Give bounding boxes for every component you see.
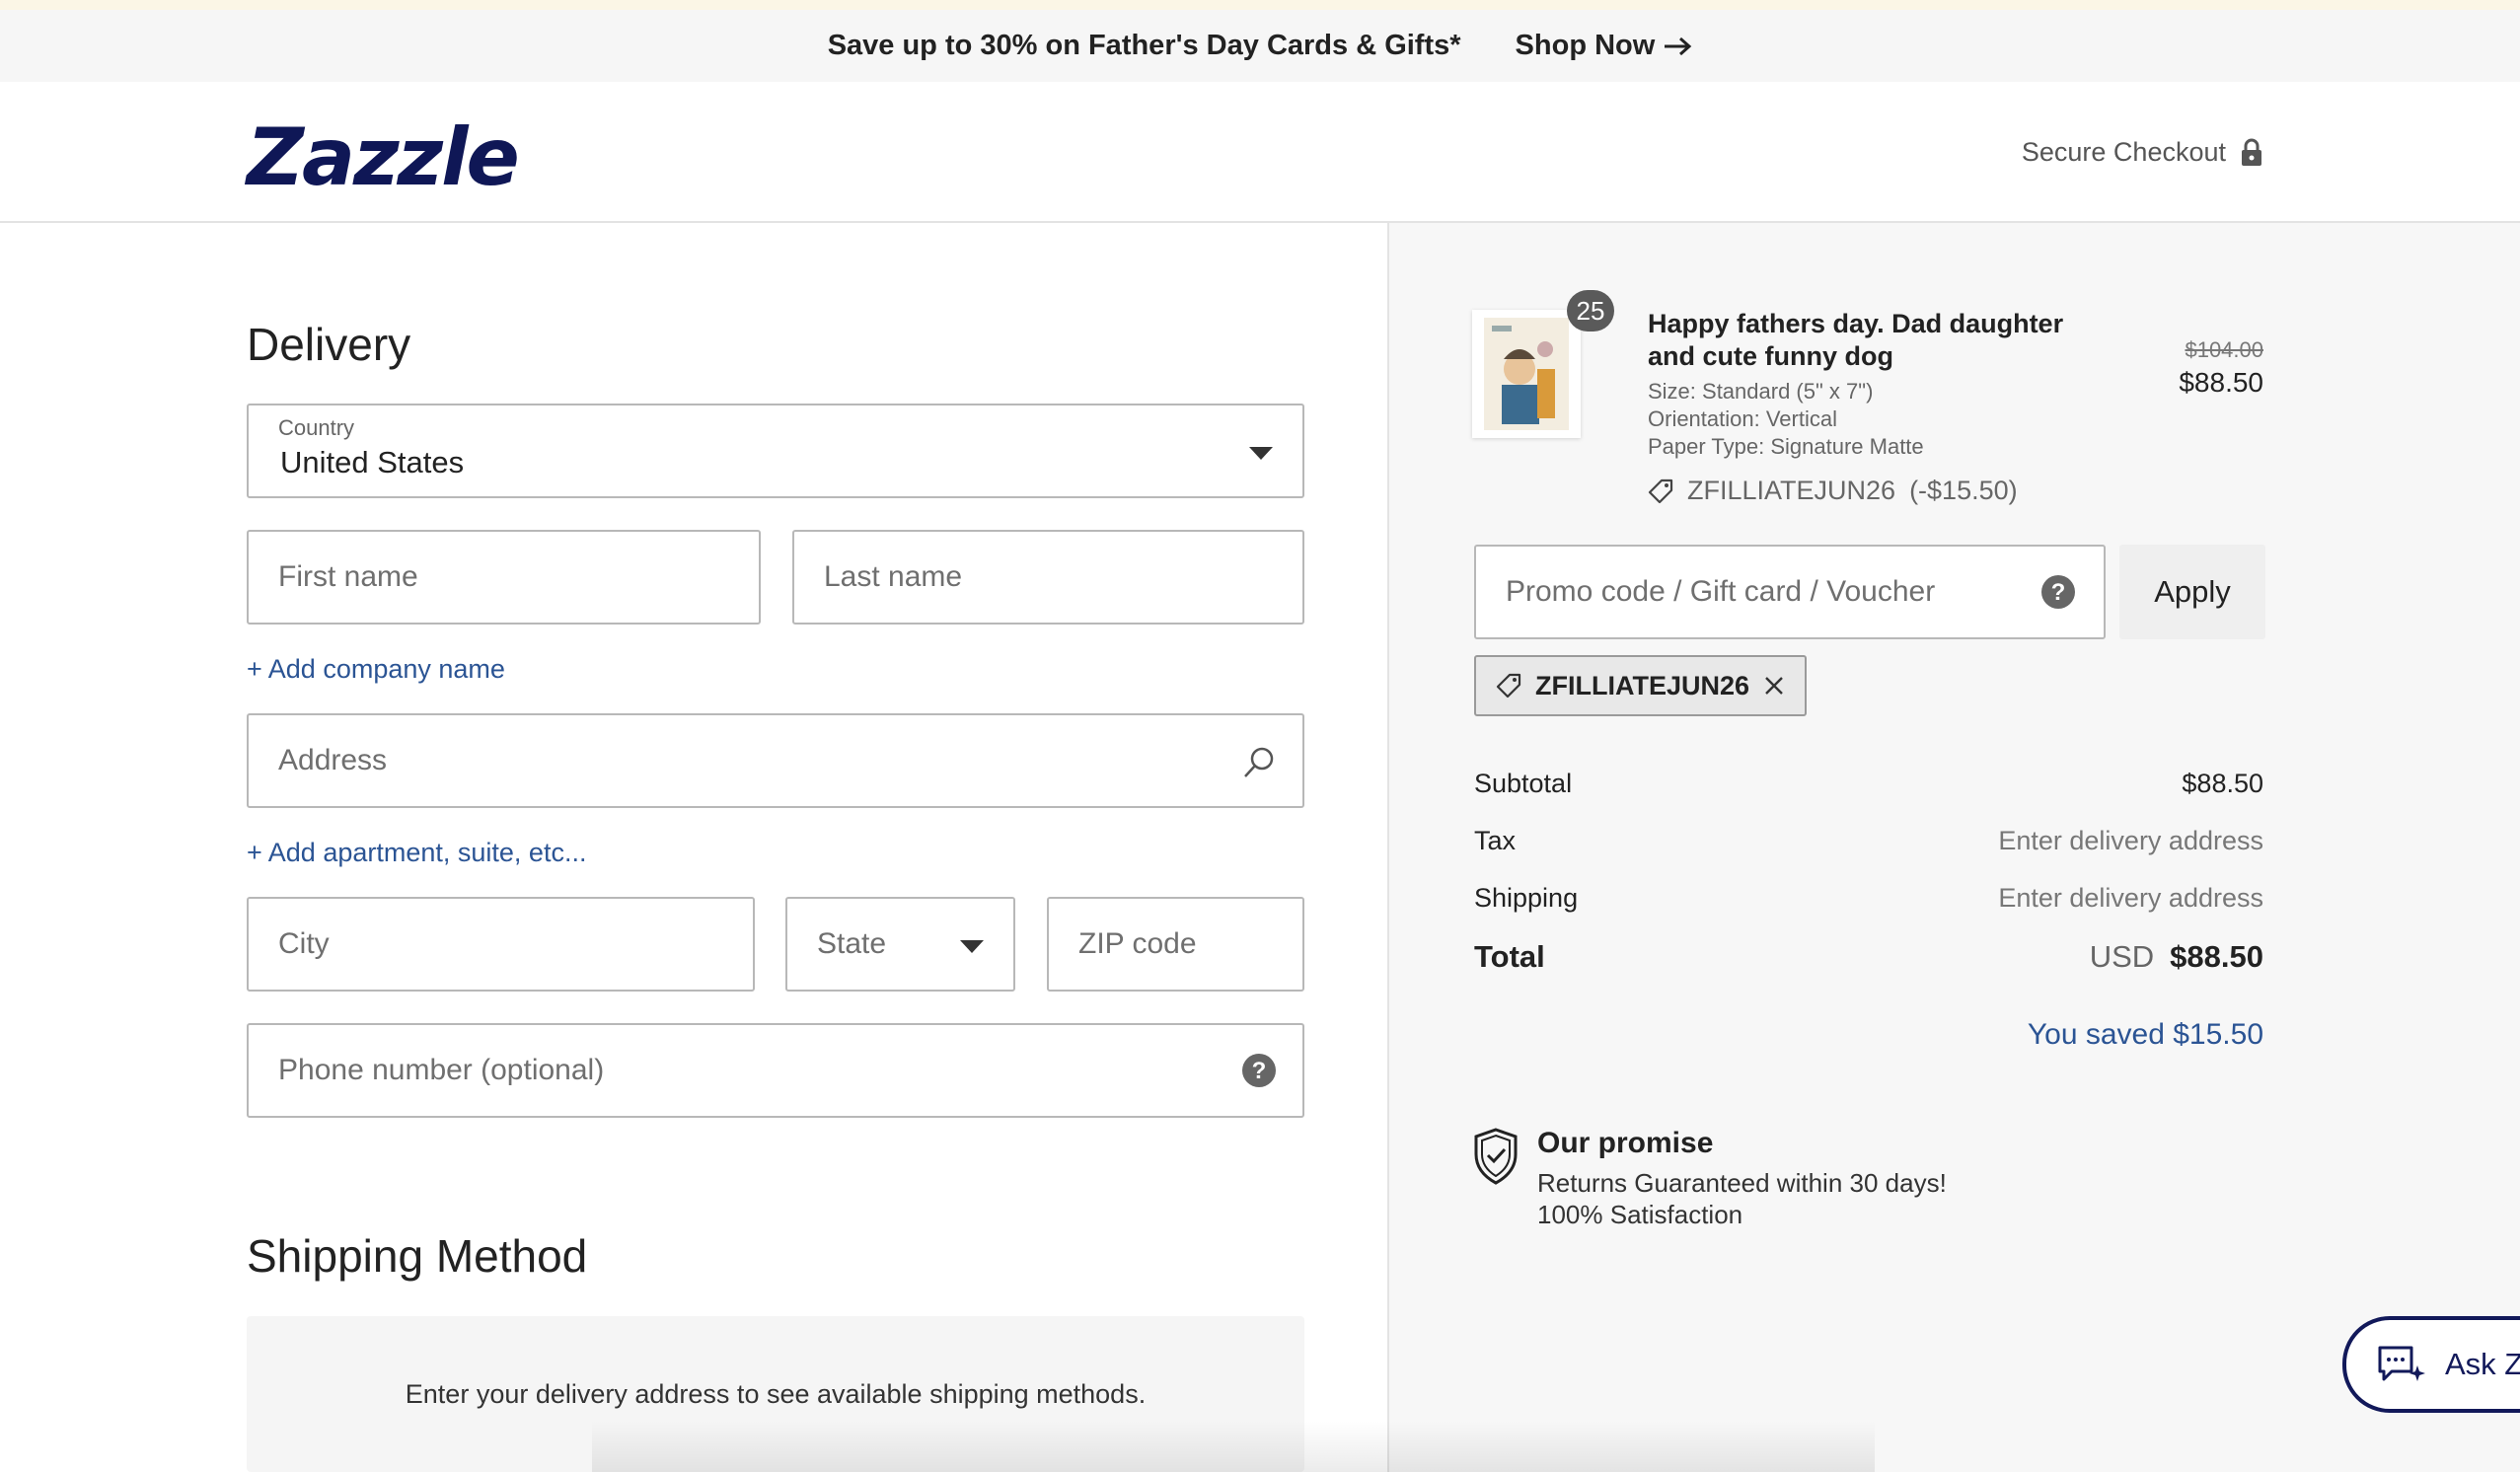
tax-label: Tax — [1474, 825, 1517, 855]
product-size: Size: Standard (5" x 7") — [1648, 379, 1874, 404]
item-coupon: ZFILLIATEJUN26 (-$15.50) — [1648, 476, 2018, 506]
product-title[interactable]: Happy fathers day. Dad daughter and cute… — [1648, 308, 2102, 373]
promo-text: Save up to 30% on Father's Day Cards & G… — [827, 30, 1461, 61]
promo-code-input[interactable]: Promo code / Gift card / Voucher ? — [1474, 545, 2106, 639]
address-placeholder: Address — [278, 744, 388, 776]
tax-row: Tax Enter delivery address — [1474, 821, 2263, 860]
apply-button[interactable]: Apply — [2119, 545, 2265, 639]
promo-code-placeholder: Promo code / Gift card / Voucher — [1506, 575, 1936, 608]
delivery-heading: Delivery — [247, 319, 411, 370]
tag-icon — [1496, 673, 1521, 699]
chevron-down-icon — [1249, 447, 1273, 460]
shipping-method-heading: Shipping Method — [247, 1230, 588, 1282]
product-orientation: Orientation: Vertical — [1648, 406, 1837, 431]
help-icon[interactable]: ? — [2040, 574, 2076, 610]
shipping-value: Enter delivery address — [1998, 882, 2263, 913]
item-coupon-discount: (-$15.50) — [1909, 476, 2018, 505]
zazzle-logo[interactable]: Zazzle — [247, 111, 520, 203]
phone-input[interactable]: Phone number (optional) ? — [247, 1023, 1304, 1118]
country-select[interactable]: Country United States — [247, 404, 1304, 498]
shop-now-link[interactable]: Shop Now — [1516, 30, 1693, 62]
shipping-label: Shipping — [1474, 882, 1579, 913]
subtotal-row: Subtotal $88.50 — [1474, 764, 2263, 803]
subtotal-label: Subtotal — [1474, 768, 1573, 798]
add-apartment-link[interactable]: + Add apartment, suite, etc... — [247, 838, 586, 868]
city-placeholder: City — [278, 927, 330, 960]
svg-text:?: ? — [2051, 579, 2066, 606]
ask-assistant-button[interactable]: Ask Z — [2342, 1316, 2520, 1413]
secure-checkout: Secure Checkout — [2022, 137, 2263, 168]
shipping-message: Enter your delivery address to see avail… — [405, 1378, 1147, 1409]
zip-placeholder: ZIP code — [1078, 927, 1197, 960]
chevron-down-icon — [960, 940, 984, 953]
state-placeholder: State — [817, 927, 887, 960]
total-row: Total USD $88.50 — [1474, 937, 2263, 977]
total-value: USD $88.50 — [2090, 939, 2263, 975]
close-icon[interactable] — [1763, 675, 1785, 697]
applied-code-text: ZFILLIATEJUN26 — [1535, 670, 1750, 700]
bottom-shadow — [592, 1421, 1875, 1472]
search-icon — [1244, 747, 1274, 777]
total-currency: USD — [2089, 939, 2155, 974]
tax-value: Enter delivery address — [1998, 825, 2263, 855]
add-company-link[interactable]: + Add company name — [247, 654, 505, 685]
help-icon[interactable]: ? — [1241, 1053, 1277, 1088]
arrow-right-icon — [1665, 37, 1692, 55]
last-name-input[interactable]: Last name — [792, 530, 1304, 625]
ask-assistant-label: Ask Z — [2445, 1347, 2520, 1381]
shop-now-label: Shop Now — [1515, 30, 1656, 61]
state-select[interactable]: State — [785, 897, 1015, 992]
secure-checkout-label: Secure Checkout — [2021, 137, 2226, 167]
city-input[interactable]: City — [247, 897, 755, 992]
product-paper: Paper Type: Signature Matte — [1648, 434, 1924, 459]
total-amount: $88.50 — [2170, 939, 2263, 974]
promo-banner: Save up to 30% on Father's Day Cards & G… — [0, 10, 2520, 82]
delivery-form: Delivery Country United States First nam… — [0, 223, 1387, 1472]
card-image — [1484, 318, 1569, 430]
last-name-placeholder: Last name — [824, 560, 963, 593]
tag-icon — [1648, 478, 1673, 503]
country-value: United States — [280, 445, 465, 479]
country-label: Country — [278, 415, 355, 440]
savings-text: You saved $15.50 — [2027, 1018, 2263, 1051]
shield-check-icon — [1474, 1128, 1518, 1185]
chat-sparkle-icon — [2378, 1346, 2425, 1381]
order-summary: 25 Happy fathers day. Dad daughter and c… — [1387, 223, 2520, 1472]
original-price: $104.00 — [2185, 337, 2263, 362]
svg-text:?: ? — [1252, 1058, 1267, 1084]
lock-icon — [2242, 138, 2261, 166]
shipping-row: Shipping Enter delivery address — [1474, 878, 2263, 918]
zip-input[interactable]: ZIP code — [1047, 897, 1304, 992]
applied-code-chip: ZFILLIATEJUN26 — [1474, 655, 1808, 716]
item-price: $88.50 — [2179, 367, 2263, 398]
top-accent-line — [0, 0, 2520, 10]
promise-title: Our promise — [1537, 1127, 1714, 1159]
promise-returns: Returns Guaranteed within 30 days! — [1537, 1168, 1947, 1198]
site-header: Zazzle Secure Checkout — [0, 82, 2520, 223]
phone-placeholder: Phone number (optional) — [278, 1054, 605, 1086]
subtotal-value: $88.50 — [2182, 768, 2263, 798]
promise-satisfaction: 100% Satisfaction — [1537, 1200, 1743, 1229]
item-coupon-code: ZFILLIATEJUN26 — [1687, 476, 1896, 505]
address-input[interactable]: Address — [247, 713, 1304, 808]
first-name-input[interactable]: First name — [247, 530, 761, 625]
first-name-placeholder: First name — [278, 560, 418, 593]
product-thumbnail[interactable] — [1472, 310, 1581, 438]
quantity-badge: 25 — [1567, 290, 1614, 331]
total-label: Total — [1474, 939, 1545, 974]
